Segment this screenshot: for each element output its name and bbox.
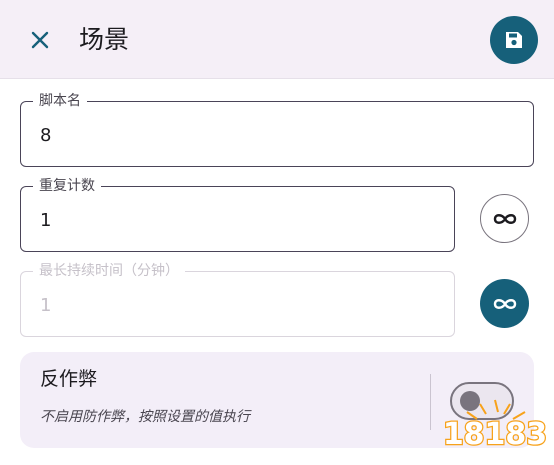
toggle-knob [460,391,480,411]
close-button[interactable] [22,22,58,58]
max-duration-field: 最长持续时间（分钟） 1 [20,262,455,337]
anti-cheat-title: 反作弊 [40,368,98,390]
script-name-value: 8 [40,125,52,146]
max-duration-value: 1 [40,295,52,316]
anti-cheat-toggle[interactable] [450,382,514,420]
save-icon [506,32,522,48]
repeat-count-value: 1 [40,210,52,231]
save-button[interactable] [490,16,538,64]
anti-cheat-card: 反作弊 不启用防作弊，按照设置的值执行 [20,352,534,448]
app-bar: 场景 [0,0,554,79]
script-name-label: 脚本名 [33,92,87,110]
infinity-icon [493,213,516,224]
repeat-infinite-button[interactable] [480,194,529,243]
repeat-count-field[interactable]: 重复计数 1 [20,177,455,252]
close-icon [31,31,49,49]
page-title: 场景 [79,25,130,54]
duration-infinite-button[interactable] [480,279,529,328]
script-name-field[interactable]: 脚本名 8 [20,92,534,167]
card-divider [430,374,431,430]
anti-cheat-subtitle: 不启用防作弊，按照设置的值执行 [40,409,250,425]
repeat-count-label: 重复计数 [33,177,101,195]
max-duration-label: 最长持续时间（分钟） [33,262,185,280]
infinity-icon [493,298,516,309]
